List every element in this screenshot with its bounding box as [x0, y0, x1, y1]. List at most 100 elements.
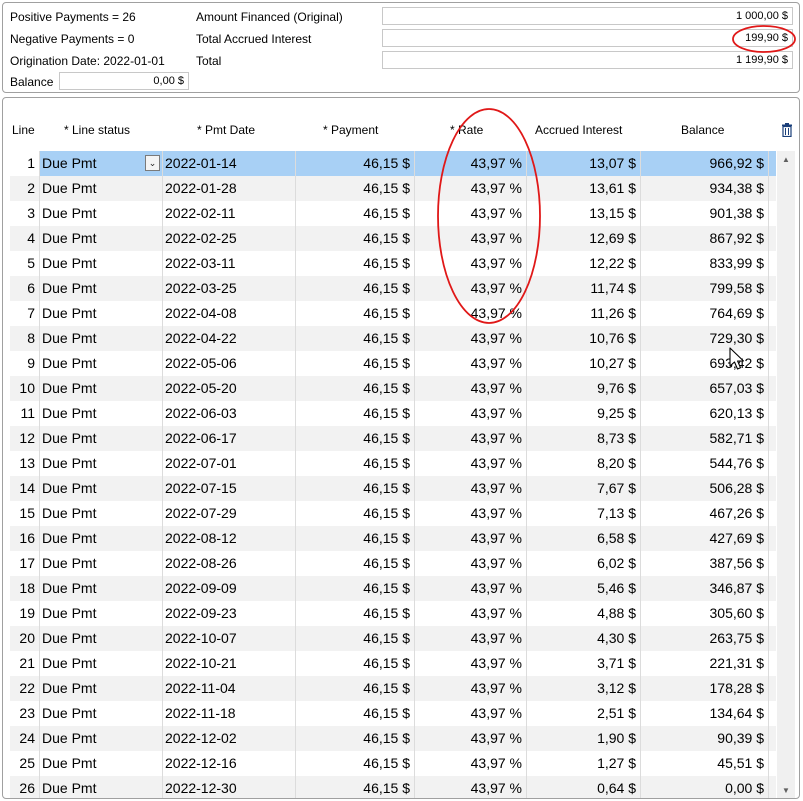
cell-balance[interactable]: 833,99 $	[641, 251, 769, 276]
cell-line-status[interactable]: Due Pmt	[40, 526, 163, 551]
cell-accrued-interest[interactable]: 13,07 $	[527, 151, 641, 176]
cell-accrued-interest[interactable]: 3,71 $	[527, 651, 641, 676]
cell-accrued-interest[interactable]: 5,46 $	[527, 576, 641, 601]
cell-accrued-interest[interactable]: 1,27 $	[527, 751, 641, 776]
cell-line[interactable]: 12	[10, 426, 40, 451]
cell-line-status[interactable]: Due Pmt	[40, 776, 163, 798]
balance-field[interactable]: 0,00 $	[59, 72, 189, 90]
cell-accrued-interest[interactable]: 13,15 $	[527, 201, 641, 226]
cell-line[interactable]: 8	[10, 326, 40, 351]
cell-pmt-date[interactable]: 2022-02-25	[163, 226, 296, 251]
cell-pmt-date[interactable]: 2022-01-14	[163, 151, 296, 176]
total-interest-field[interactable]: 199,90 $	[382, 29, 793, 47]
cell-line[interactable]: 17	[10, 551, 40, 576]
cell-payment[interactable]: 46,15 $	[296, 176, 415, 201]
cell-rate[interactable]: 43,97 %	[415, 451, 527, 476]
cell-line-status[interactable]: Due Pmt	[40, 551, 163, 576]
table-row[interactable]: 14 Due Pmt 2022-07-15 46,15 $43,97 % 7,67 $5…	[10, 476, 776, 501]
cell-line-status[interactable]: Due Pmt	[40, 326, 163, 351]
cell-balance[interactable]: 693,42 $	[641, 351, 769, 376]
cell-payment[interactable]: 46,15 $	[296, 651, 415, 676]
cell-rate[interactable]: 43,97 %	[415, 751, 527, 776]
table-row[interactable]: 20 Due Pmt 2022-10-07 46,15 $43,97 % 4,30 $2…	[10, 626, 776, 651]
cell-rate[interactable]: 43,97 %	[415, 601, 527, 626]
cell-pmt-date[interactable]: 2022-08-12	[163, 526, 296, 551]
cell-line[interactable]: 26	[10, 776, 40, 798]
cell-pmt-date[interactable]: 2022-12-16	[163, 751, 296, 776]
cell-rate[interactable]: 43,97 %	[415, 676, 527, 701]
cell-line[interactable]: 23	[10, 701, 40, 726]
table-row[interactable]: 8 Due Pmt 2022-04-22 46,15 $43,97 % 10,76 $7…	[10, 326, 776, 351]
table-row[interactable]: 16 Due Pmt 2022-08-12 46,15 $43,97 % 6,58 $4…	[10, 526, 776, 551]
cell-pmt-date[interactable]: 2022-01-28	[163, 176, 296, 201]
cell-line[interactable]: 24	[10, 726, 40, 751]
cell-pmt-date[interactable]: 2022-05-20	[163, 376, 296, 401]
cell-payment[interactable]: 46,15 $	[296, 476, 415, 501]
table-row[interactable]: 5 Due Pmt 2022-03-11 46,15 $43,97 % 12,22 $8…	[10, 251, 776, 276]
cell-line[interactable]: 21	[10, 651, 40, 676]
cell-rate[interactable]: 43,97 %	[415, 701, 527, 726]
cell-accrued-interest[interactable]: 10,27 $	[527, 351, 641, 376]
cell-accrued-interest[interactable]: 10,76 $	[527, 326, 641, 351]
cell-payment[interactable]: 46,15 $	[296, 726, 415, 751]
table-row[interactable]: 23 Due Pmt 2022-11-18 46,15 $43,97 % 2,51 $1…	[10, 701, 776, 726]
cell-line[interactable]: 9	[10, 351, 40, 376]
cell-balance[interactable]: 467,26 $	[641, 501, 769, 526]
cell-payment[interactable]: 46,15 $	[296, 276, 415, 301]
table-row[interactable]: 25 Due Pmt 2022-12-16 46,15 $43,97 % 1,27 $4…	[10, 751, 776, 776]
cell-pmt-date[interactable]: 2022-07-29	[163, 501, 296, 526]
cell-line-status[interactable]: Due Pmt	[40, 476, 163, 501]
cell-balance[interactable]: 45,51 $	[641, 751, 769, 776]
cell-payment[interactable]: 46,15 $	[296, 301, 415, 326]
table-row[interactable]: 26 Due Pmt 2022-12-30 46,15 $43,97 % 0,64 $0…	[10, 776, 776, 798]
cell-line[interactable]: 6	[10, 276, 40, 301]
cell-accrued-interest[interactable]: 4,88 $	[527, 601, 641, 626]
cell-rate[interactable]: 43,97 %	[415, 626, 527, 651]
cell-line-status[interactable]: Due Pmt	[40, 576, 163, 601]
cell-line-status[interactable]: Due Pmt	[40, 601, 163, 626]
cell-rate[interactable]: 43,97 %	[415, 376, 527, 401]
cell-line-status[interactable]: Due Pmt	[40, 701, 163, 726]
header-balance[interactable]: Balance	[681, 123, 724, 137]
cell-line[interactable]: 18	[10, 576, 40, 601]
table-row[interactable]: 22 Due Pmt 2022-11-04 46,15 $43,97 % 3,12 $1…	[10, 676, 776, 701]
cell-accrued-interest[interactable]: 2,51 $	[527, 701, 641, 726]
cell-pmt-date[interactable]: 2022-07-15	[163, 476, 296, 501]
cell-line[interactable]: 3	[10, 201, 40, 226]
cell-payment[interactable]: 46,15 $	[296, 701, 415, 726]
cell-balance[interactable]: 221,31 $	[641, 651, 769, 676]
cell-line-status[interactable]: Due Pmt	[40, 676, 163, 701]
cell-payment[interactable]: 46,15 $	[296, 751, 415, 776]
cell-rate[interactable]: 43,97 %	[415, 651, 527, 676]
cell-balance[interactable]: 305,60 $	[641, 601, 769, 626]
cell-line-status[interactable]: Due Pmt	[40, 376, 163, 401]
cell-pmt-date[interactable]: 2022-09-23	[163, 601, 296, 626]
table-row[interactable]: 9 Due Pmt 2022-05-06 46,15 $43,97 % 10,27 $6…	[10, 351, 776, 376]
cell-line-status[interactable]: Due Pmt	[40, 626, 163, 651]
cell-balance[interactable]: 901,38 $	[641, 201, 769, 226]
table-row[interactable]: 17 Due Pmt 2022-08-26 46,15 $43,97 % 6,02 $3…	[10, 551, 776, 576]
cell-line[interactable]: 13	[10, 451, 40, 476]
cell-accrued-interest[interactable]: 8,73 $	[527, 426, 641, 451]
cell-rate[interactable]: 43,97 %	[415, 726, 527, 751]
cell-pmt-date[interactable]: 2022-04-08	[163, 301, 296, 326]
chevron-down-icon[interactable]: ⌄	[145, 155, 160, 171]
amount-financed-field[interactable]: 1 000,00 $	[382, 7, 793, 25]
cell-payment[interactable]: 46,15 $	[296, 451, 415, 476]
cell-line[interactable]: 25	[10, 751, 40, 776]
cell-rate[interactable]: 43,97 %	[415, 251, 527, 276]
table-row[interactable]: 2 Due Pmt 2022-01-28 46,15 $43,97 % 13,61 $9…	[10, 176, 776, 201]
cell-line-status[interactable]: Due Pmt	[40, 726, 163, 751]
cell-balance[interactable]: 90,39 $	[641, 726, 769, 751]
cell-balance[interactable]: 263,75 $	[641, 626, 769, 651]
cell-line-status[interactable]: Due Pmt	[40, 251, 163, 276]
cell-balance[interactable]: 966,92 $	[641, 151, 769, 176]
cell-rate[interactable]: 43,97 %	[415, 401, 527, 426]
header-payment[interactable]: * Payment	[323, 123, 378, 137]
cell-pmt-date[interactable]: 2022-05-06	[163, 351, 296, 376]
cell-line-status[interactable]: Due Pmt	[40, 651, 163, 676]
cell-line[interactable]: 4	[10, 226, 40, 251]
cell-line-status[interactable]: Due Pmt	[40, 751, 163, 776]
cell-pmt-date[interactable]: 2022-06-17	[163, 426, 296, 451]
trash-icon[interactable]	[781, 123, 793, 137]
